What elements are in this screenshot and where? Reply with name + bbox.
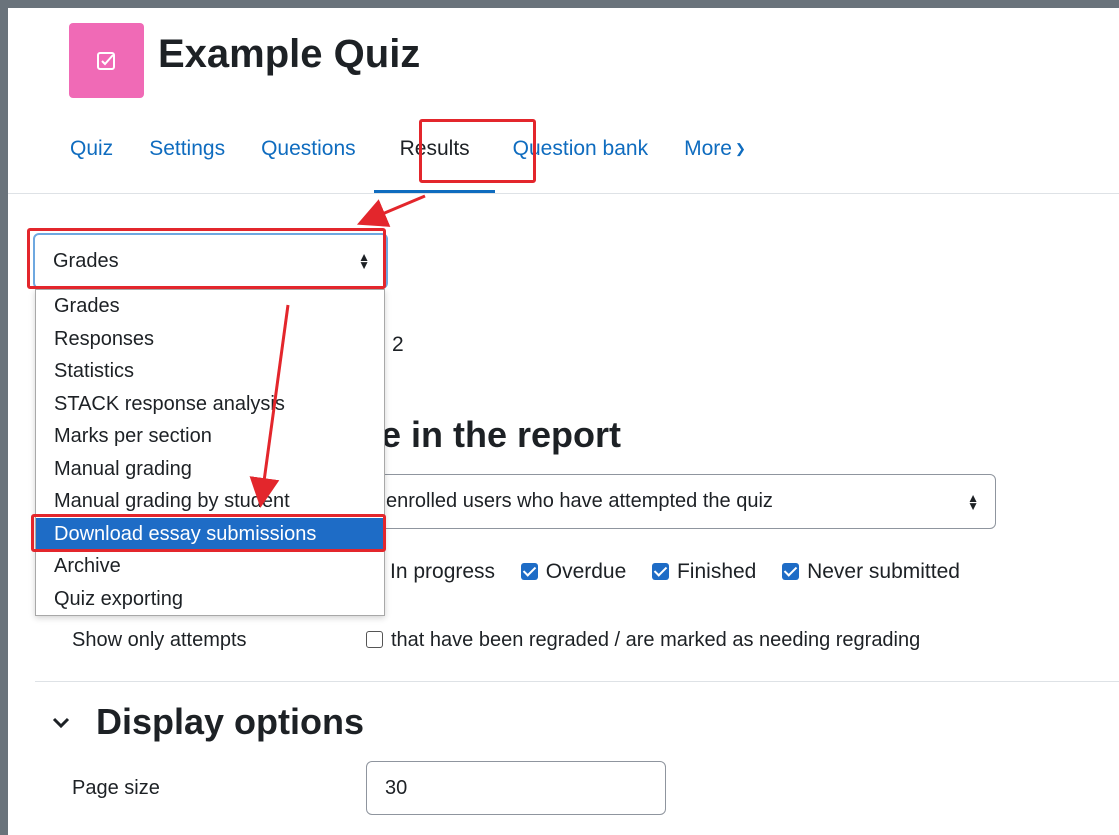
state-overdue-label: Overdue <box>545 560 627 583</box>
section-divider <box>35 681 1119 682</box>
regraded-option: that have been regraded / are marked as … <box>366 629 920 652</box>
report-type-dropdown: Grades Responses Statistics STACK respon… <box>35 289 385 616</box>
state-finished-checkbox[interactable] <box>651 563 669 580</box>
report-info-number: 2 <box>392 333 404 356</box>
regraded-label: that have been regraded / are marked as … <box>391 629 921 651</box>
dropdown-option[interactable]: Manual grading by student <box>36 485 384 518</box>
collapse-chevron-icon[interactable] <box>50 712 72 734</box>
chevron-down-icon: ❯ <box>734 141 746 156</box>
download-option-highlight <box>31 514 386 552</box>
page-title: Example Quiz <box>158 32 421 76</box>
state-never-submitted-label: Never submitted <box>807 560 960 583</box>
dropdown-option[interactable]: Marks per section <box>36 420 384 453</box>
state-finished-label: Finished <box>676 560 757 583</box>
dropdown-option[interactable]: Archive <box>36 550 384 583</box>
state-in-progress-label: In progress <box>390 560 496 583</box>
attempt-states-row: In progress Overdue Finished Never submi… <box>390 560 960 584</box>
state-overdue-checkbox[interactable] <box>520 563 538 580</box>
display-options-heading[interactable]: Display options <box>96 701 364 743</box>
section-heading-what-to-include: e in the report <box>381 414 622 455</box>
tab-more-label: More <box>684 137 732 160</box>
regraded-checkbox[interactable] <box>366 631 383 648</box>
report-select-highlight <box>27 228 386 289</box>
page-size-input[interactable]: 30 <box>366 761 666 815</box>
tab-more[interactable]: More ❯ <box>666 124 764 174</box>
page-size-label: Page size <box>72 777 160 799</box>
tab-quiz[interactable]: Quiz <box>52 124 131 174</box>
dropdown-option[interactable]: Grades <box>36 290 384 323</box>
secondary-navigation: Quiz Settings Questions Results Question… <box>52 124 764 193</box>
dropdown-option[interactable]: STACK response analysis <box>36 388 384 421</box>
quiz-checkbox-icon <box>69 23 144 98</box>
attempts-from-value: enrolled users who have attempted the qu… <box>386 490 773 512</box>
dropdown-option[interactable]: Quiz exporting <box>36 583 384 616</box>
dropdown-option[interactable]: Statistics <box>36 355 384 388</box>
show-only-attempts-label: Show only attempts <box>72 629 247 651</box>
results-tab-highlight <box>419 119 536 183</box>
attempts-from-select[interactable]: enrolled users who have attempted the qu… <box>340 474 996 529</box>
arrow-to-select <box>356 194 426 227</box>
select-caret-icon: ▲ ▼ <box>967 490 979 513</box>
window-frame-left <box>0 0 8 835</box>
tab-settings[interactable]: Settings <box>131 124 243 174</box>
dropdown-option[interactable]: Responses <box>36 323 384 356</box>
tabs-divider <box>8 193 1119 194</box>
tab-questions[interactable]: Questions <box>243 124 374 174</box>
state-never-submitted-checkbox[interactable] <box>782 563 800 580</box>
dropdown-option[interactable]: Manual grading <box>36 453 384 486</box>
window-frame-top <box>0 0 1119 8</box>
